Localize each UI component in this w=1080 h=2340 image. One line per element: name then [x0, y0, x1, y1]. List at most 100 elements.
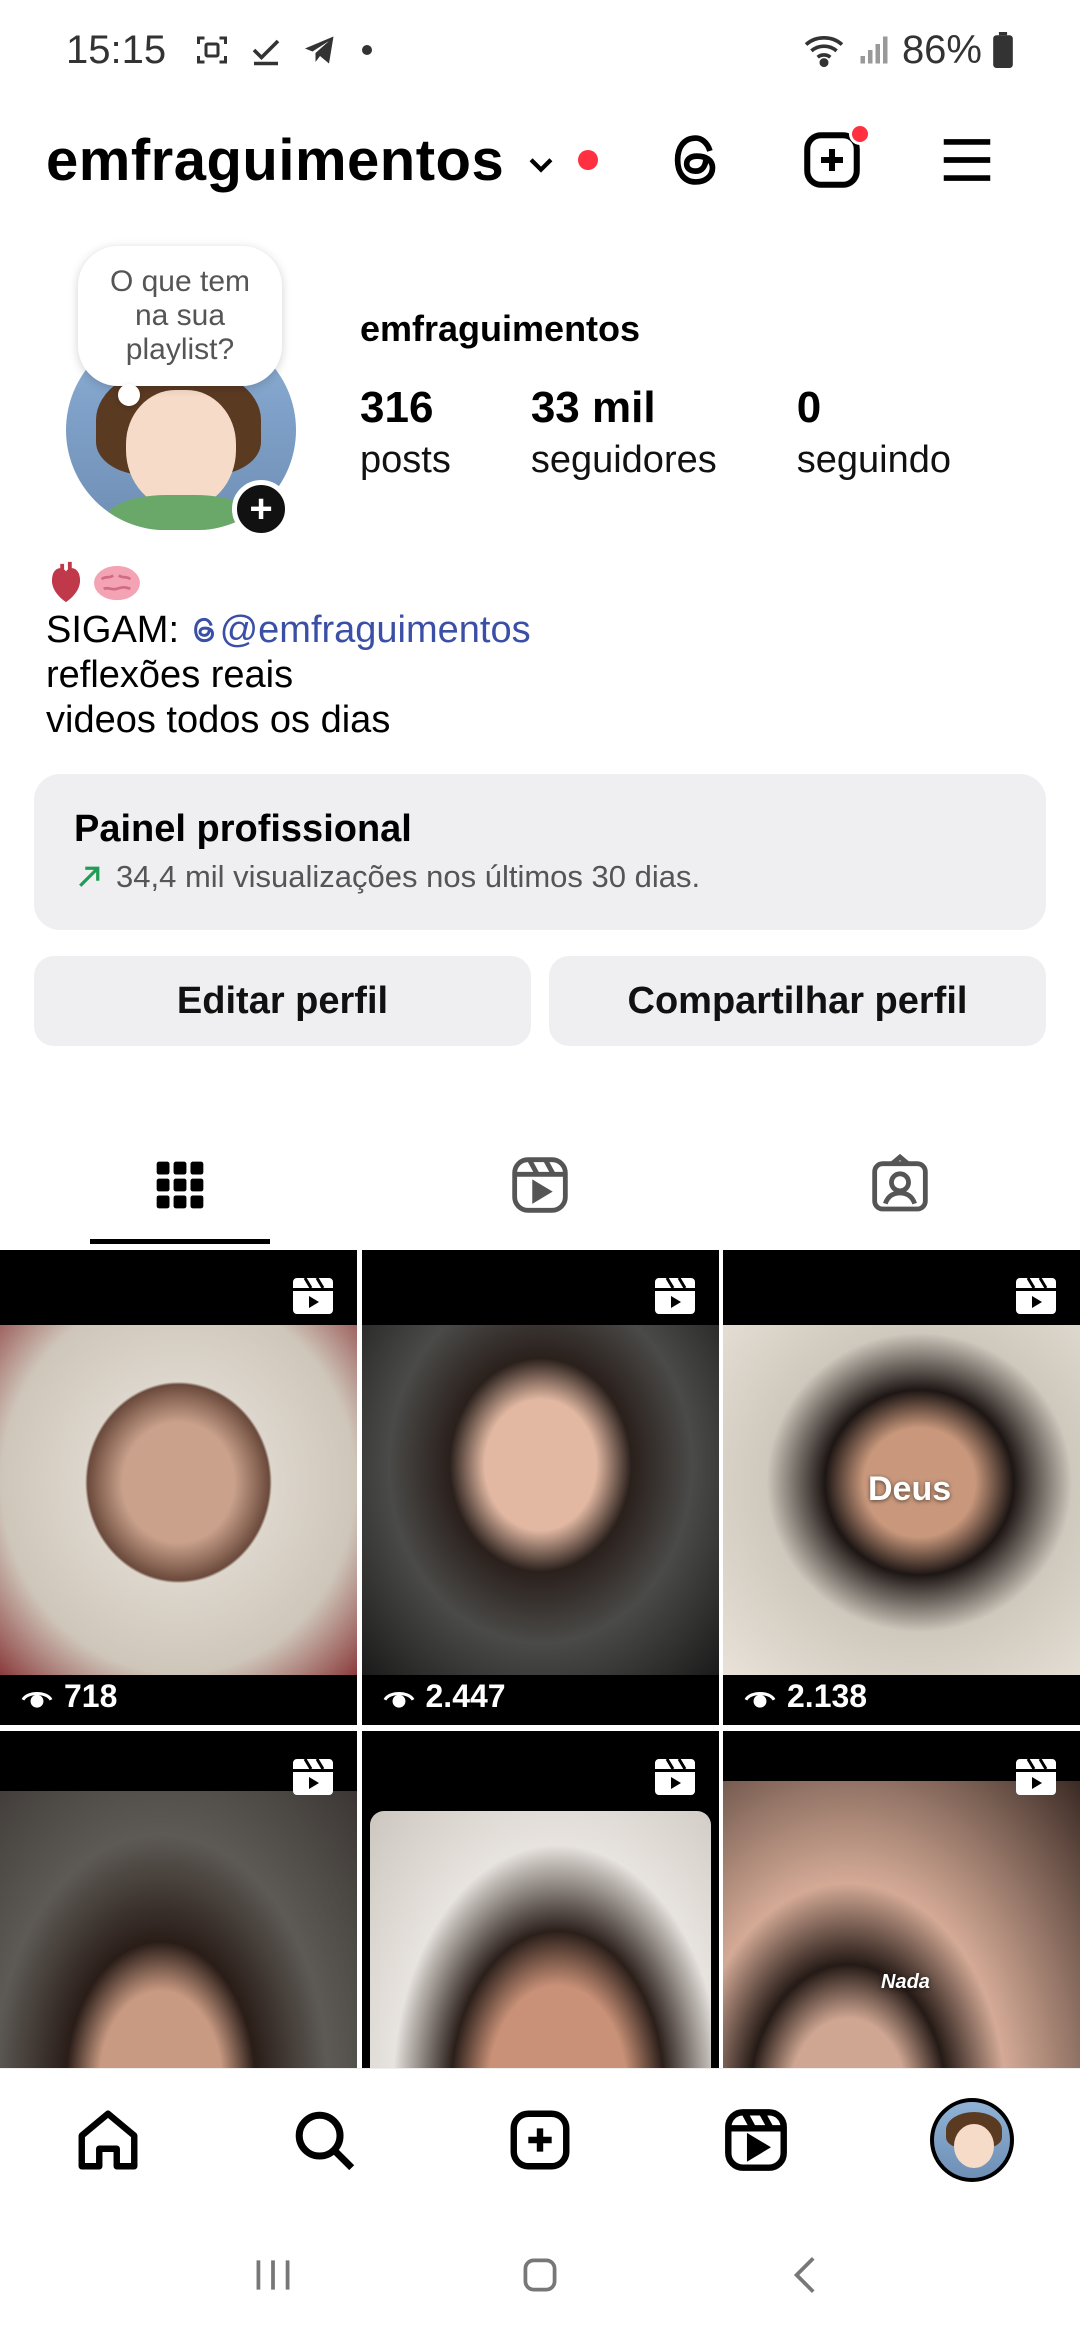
reel-badge-icon — [1016, 1277, 1056, 1314]
screenshot-icon — [197, 36, 228, 64]
reel-badge-icon — [293, 1758, 333, 1795]
add-story-plus-icon[interactable]: + — [232, 480, 290, 538]
post-thumbnail — [361, 1325, 719, 1675]
anatomical-heart-icon — [51, 561, 81, 603]
chevron-down-icon[interactable] — [524, 147, 558, 181]
view-count: 2.138 — [743, 1678, 867, 1715]
create-badge-dot — [849, 123, 871, 145]
bio-line-3: videos todos os dias — [46, 699, 391, 741]
stat-label: seguindo — [796, 439, 951, 481]
bio-emojis — [46, 558, 531, 608]
reel-badge-icon — [654, 1277, 695, 1314]
grid-icon — [156, 1161, 204, 1209]
bio-mention-text: @emfraguimentos — [219, 609, 531, 651]
trend-up-arrow-icon — [79, 866, 100, 887]
stat-value: 33 mil — [530, 383, 656, 432]
profile-stats: 316 posts 33 mil seguidores 0 seguindo — [360, 380, 1031, 484]
note-text: O que tem na sua playlist? — [109, 265, 251, 366]
check-icon — [252, 39, 280, 66]
bio-line-1: SIGAM: @emfraguimentos — [46, 608, 531, 653]
telegram-icon — [305, 36, 334, 64]
nav-create[interactable] — [485, 2085, 595, 2195]
note-bubble[interactable]: O que tem na sua playlist? — [78, 246, 282, 386]
brain-icon — [94, 565, 140, 601]
tab-posts-grid[interactable] — [0, 1130, 360, 1244]
notification-dot — [578, 150, 599, 170]
tagged-person-icon — [872, 1153, 928, 1212]
view-count: 718 — [20, 1678, 117, 1715]
status-time: 15:15 — [66, 27, 167, 72]
search-icon — [295, 2111, 355, 2170]
tab-tagged[interactable] — [720, 1130, 1080, 1240]
eye-icon — [21, 1691, 53, 1708]
stat-followers[interactable]: 33 mil seguidores — [531, 380, 717, 484]
view-count-value: 718 — [64, 1678, 118, 1714]
header-actions — [629, 115, 1034, 205]
eye-icon — [383, 1691, 414, 1708]
threads-icon — [674, 135, 715, 185]
grid-post[interactable]: Deus 2.138 — [723, 1250, 1080, 1725]
grid-post[interactable]: 2.447 — [361, 1250, 719, 1725]
threads-icon — [193, 617, 214, 643]
bio-threads-mention-link[interactable]: @emfraguimentos — [190, 609, 531, 651]
professional-dashboard-card[interactable]: Painel profissional 34,4 mil visualizaçõ… — [34, 774, 1046, 930]
view-count: 2.447 — [382, 1678, 506, 1715]
profile-bio: SIGAM: @emfraguimentos reflexões reais v… — [46, 558, 531, 743]
nav-search[interactable] — [269, 2085, 379, 2195]
reels-icon — [725, 2108, 787, 2171]
bio-line-2: reflexões reais — [46, 654, 294, 696]
nav-reels[interactable] — [701, 2085, 811, 2195]
signal-icon — [860, 36, 888, 64]
bio-prefix: SIGAM: — [46, 609, 190, 651]
profile-name: emfraguimentos — [360, 308, 641, 349]
dashboard-subtitle-row: 34,4 mil visualizações nos últimos 30 di… — [74, 859, 1006, 895]
hamburger-menu-icon — [943, 139, 990, 181]
battery-percent: 86% — [901, 27, 982, 72]
reel-badge-icon — [654, 1758, 695, 1795]
profile-action-buttons: Editar perfil Compartilhar perfil — [34, 956, 1046, 1046]
status-bar: 15:15 86% — [0, 0, 1080, 100]
nav-profile[interactable] — [917, 2085, 1027, 2195]
stat-label: posts — [360, 439, 451, 481]
threads-button[interactable] — [629, 115, 764, 205]
edit-profile-button[interactable]: Editar perfil — [34, 956, 531, 1046]
account-switcher-username[interactable]: emfraguimentos — [46, 127, 504, 194]
status-right: 86% — [802, 28, 1014, 73]
system-navigation-bar — [0, 2210, 1080, 2340]
plus-square-icon — [510, 2110, 570, 2169]
note-bubble-tail — [118, 384, 140, 406]
reels-icon — [512, 1157, 568, 1213]
view-count-value: 2.447 — [425, 1678, 506, 1714]
stat-label: seguidores — [530, 439, 717, 481]
more-notifications-dot — [362, 45, 373, 55]
back-icon[interactable] — [782, 2250, 832, 2300]
post-caption-overlay: Deus — [868, 1470, 952, 1508]
stat-posts[interactable]: 316 posts — [360, 380, 451, 484]
stat-value: 316 — [360, 383, 434, 432]
stat-following[interactable]: 0 seguindo — [797, 380, 951, 484]
dashboard-subtitle: 34,4 mil visualizações nos últimos 30 di… — [116, 859, 701, 894]
status-notification-icons — [194, 32, 373, 68]
menu-button[interactable] — [899, 115, 1034, 205]
home-icon — [78, 2110, 138, 2169]
eye-icon — [744, 1691, 776, 1708]
reel-badge-icon — [293, 1277, 333, 1314]
recent-apps-icon[interactable] — [248, 2250, 298, 2300]
wifi-icon — [804, 36, 844, 68]
post-thumbnail — [0, 1325, 357, 1675]
reel-badge-icon — [1016, 1758, 1056, 1795]
profile-content-tabs — [0, 1130, 1080, 1244]
home-button-icon[interactable] — [515, 2250, 565, 2300]
grid-post[interactable]: 718 — [0, 1250, 357, 1725]
create-button[interactable] — [764, 115, 899, 205]
bottom-navigation — [0, 2068, 1080, 2210]
profile-avatar-icon — [930, 2097, 1014, 2182]
share-profile-button[interactable]: Compartilhar perfil — [549, 956, 1046, 1046]
view-count-value: 2.138 — [787, 1678, 868, 1714]
dashboard-title: Painel profissional — [74, 808, 412, 850]
posts-grid: 718 2.447 Deus 2.138 Nada — [0, 1250, 1080, 2206]
nav-home[interactable] — [53, 2085, 163, 2195]
tab-reels[interactable] — [360, 1130, 720, 1240]
profile-header: emfraguimentos — [46, 115, 1034, 205]
battery-icon — [993, 32, 1013, 68]
